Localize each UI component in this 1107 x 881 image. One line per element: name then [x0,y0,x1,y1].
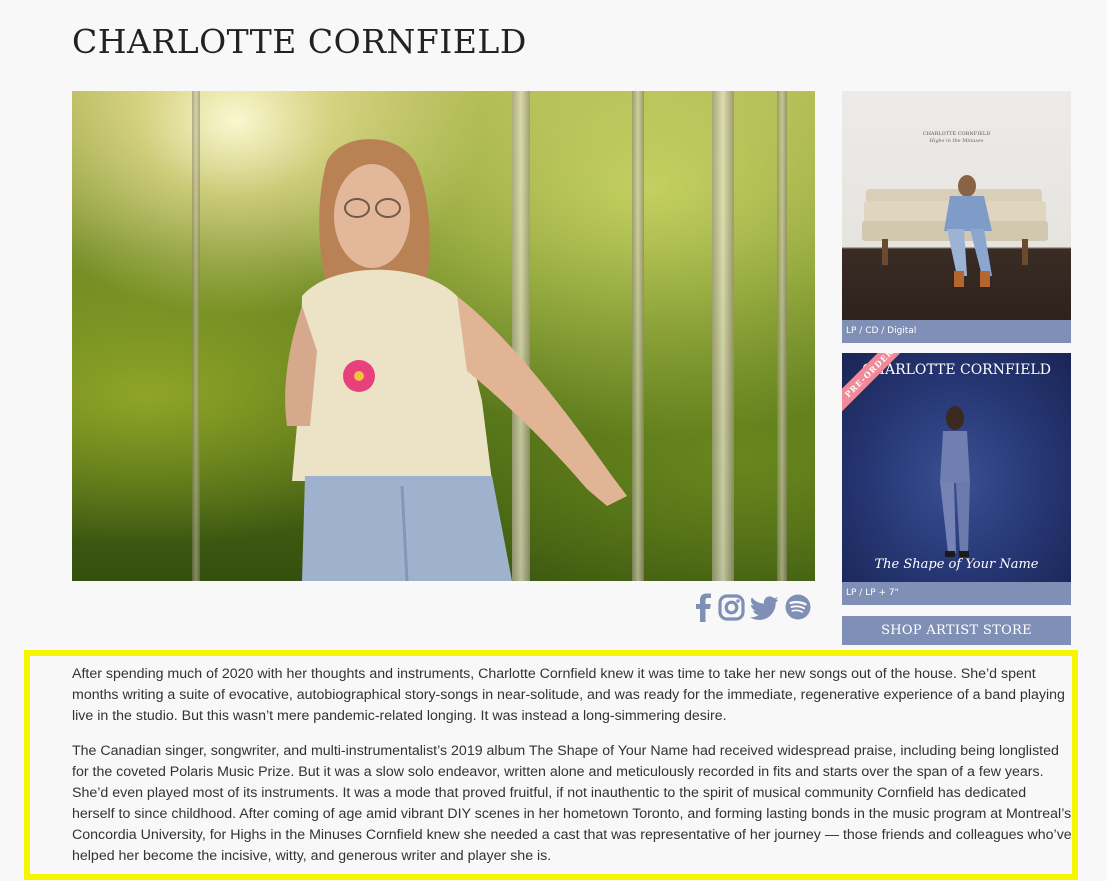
bio-paragraph-2: The Canadian singer, songwriter, and mul… [72,743,1072,864]
album-formats: LP / CD / Digital [842,320,1071,343]
artist-photo [72,91,815,581]
spotify-icon[interactable] [785,594,811,620]
cover-album-title: The Shape of Your Name [874,557,1039,572]
album-formats: LP / LP + 7" [842,582,1071,605]
person-figure [285,139,627,581]
facebook-icon[interactable] [692,593,716,623]
twitter-icon[interactable] [750,596,778,620]
shop-artist-store-button[interactable]: SHOP ARTIST STORE [842,616,1071,645]
album-card-highs-in-the-minuses[interactable]: CHARLOTTE CORNFIELD Highs in the Minuses… [842,91,1071,343]
cover-artwork [940,406,970,557]
cover-artwork [862,175,1048,287]
bio-paragraph-1: After spending much of 2020 with her tho… [72,666,1065,724]
album-cover[interactable]: CHARLOTTE CORNFIELD The Shape of Your Na… [842,353,1071,582]
album-card-the-shape-of-your-name[interactable]: CHARLOTTE CORNFIELD The Shape of Your Na… [842,353,1071,605]
page-title: CHARLOTTE CORNFIELD [72,22,527,61]
instagram-icon[interactable] [718,594,745,621]
artist-bio: After spending much of 2020 with her tho… [72,664,1072,881]
album-cover[interactable]: CHARLOTTE CORNFIELD Highs in the Minuses [842,91,1071,320]
